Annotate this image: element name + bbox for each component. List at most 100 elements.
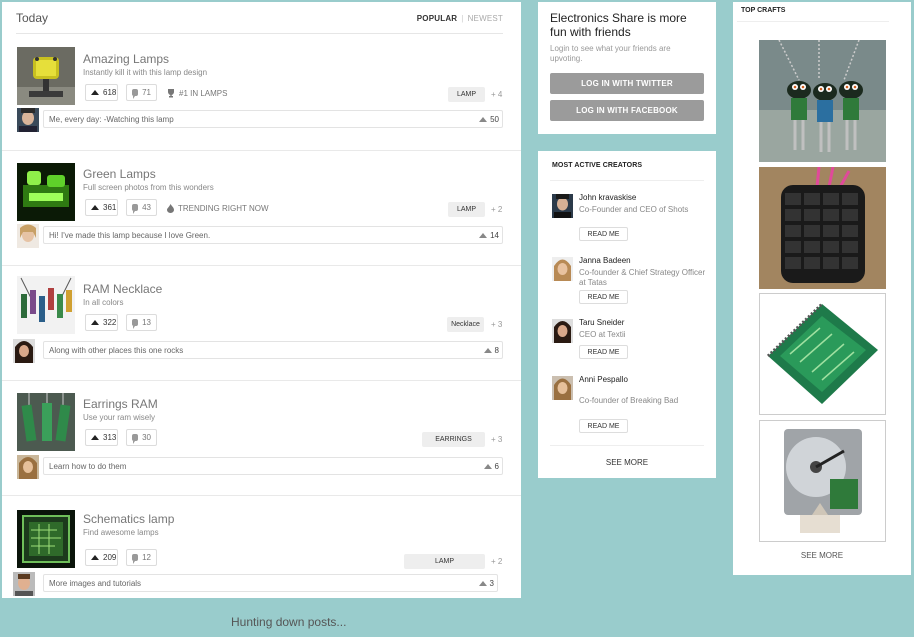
avatar[interactable]: [13, 339, 35, 363]
comment-vote-count: 8: [494, 346, 499, 355]
post-meta-text: #1 IN LAMPS: [179, 89, 228, 98]
promo-title: Electronics Share is more fun with frien…: [550, 11, 687, 39]
twitter-login-button[interactable]: LOG IN WITH TWITTER: [550, 73, 704, 94]
creator-name[interactable]: Janna Badeen: [579, 256, 631, 265]
category-tag[interactable]: Necklace: [447, 317, 484, 332]
comments-button[interactable]: 13: [126, 314, 157, 331]
read-me-button[interactable]: READ ME: [579, 290, 628, 304]
top-comment[interactable]: Me, every day: -Watching this lamp 50: [43, 110, 503, 128]
post-feed: Today POPULAR | NEWEST Amazing Lamps Insta…: [2, 2, 521, 598]
feed-title: Today: [16, 11, 49, 25]
creators-heading: MOST ACTIVE CREATORS: [552, 162, 643, 169]
active-creators-panel: MOST ACTIVE CREATORS John kravaskise Co-…: [538, 151, 716, 478]
comment-count: 43: [142, 203, 151, 212]
avatar[interactable]: [17, 455, 39, 479]
post-title[interactable]: Green Lamps: [83, 167, 156, 181]
creator-role: Co-founder of Breaking Bad: [579, 396, 679, 405]
comment-votes[interactable]: 6: [483, 462, 499, 471]
post-thumbnail[interactable]: [17, 393, 75, 451]
creator-name[interactable]: Anni Pespallo: [579, 375, 628, 384]
category-tag[interactable]: LAMP: [448, 87, 485, 102]
divider: [550, 445, 704, 446]
comment-count: 13: [142, 318, 151, 327]
comment-votes[interactable]: 3: [478, 579, 494, 588]
comments-button[interactable]: 71: [126, 84, 157, 101]
post-subtitle: In all colors: [83, 298, 124, 307]
more-tags[interactable]: + 4: [491, 90, 502, 99]
more-tags[interactable]: + 3: [491, 320, 502, 329]
post-subtitle: Use your ram wisely: [83, 413, 156, 422]
post-title[interactable]: Amazing Lamps: [83, 52, 169, 66]
post-title[interactable]: Schematics lamp: [83, 512, 174, 526]
top-comment[interactable]: Hi! I've made this lamp because I love G…: [43, 226, 503, 244]
comment-text: Me, every day: -Watching this lamp: [49, 115, 174, 124]
read-me-button[interactable]: READ ME: [579, 227, 628, 241]
creator-name[interactable]: John kravaskise: [579, 193, 636, 202]
avatar[interactable]: [17, 224, 39, 248]
post-meta: TRENDING RIGHT NOW: [167, 204, 269, 213]
more-tags[interactable]: + 3: [491, 435, 502, 444]
upvote-button[interactable]: 361: [85, 199, 118, 216]
more-tags[interactable]: + 2: [491, 205, 502, 214]
category-tag[interactable]: LAMP: [448, 202, 485, 217]
see-more-crafts-link[interactable]: SEE MORE: [733, 551, 911, 560]
upvote-button[interactable]: 618: [85, 84, 118, 101]
top-comment[interactable]: More images and tutorials 3: [43, 574, 498, 592]
comment-votes[interactable]: 14: [479, 231, 499, 240]
avatar[interactable]: [13, 572, 35, 596]
comments-button[interactable]: 30: [126, 429, 157, 446]
divider: [550, 180, 704, 181]
tab-newest[interactable]: NEWEST: [468, 14, 503, 23]
craft-image[interactable]: [759, 293, 886, 415]
comment-votes[interactable]: 8: [483, 346, 499, 355]
creator-name[interactable]: Taru Sneider: [579, 318, 624, 327]
see-more-creators-link[interactable]: SEE MORE: [538, 458, 716, 467]
comments-button[interactable]: 12: [126, 549, 157, 566]
craft-image[interactable]: [759, 167, 886, 289]
category-tag[interactable]: LAMP: [404, 554, 485, 569]
facebook-login-button[interactable]: LOG IN WITH FACEBOOK: [550, 100, 704, 121]
post-thumbnail[interactable]: [17, 276, 75, 334]
feed-header: Today POPULAR | NEWEST: [16, 2, 503, 34]
post-thumbnail[interactable]: [17, 163, 75, 221]
upvote-button[interactable]: 209: [85, 549, 118, 566]
category-tag[interactable]: EARRINGS: [422, 432, 485, 447]
comment-icon: [132, 554, 139, 564]
avatar[interactable]: [552, 257, 573, 281]
comment-votes[interactable]: 50: [479, 115, 499, 124]
avatar[interactable]: [552, 319, 573, 343]
post-thumbnail[interactable]: [17, 47, 75, 105]
upvote-button[interactable]: 322: [85, 314, 118, 331]
upvote-icon: [483, 348, 492, 353]
comment-vote-count: 14: [490, 231, 499, 240]
post-item: Schematics lamp Find awesome lamps 209 1…: [2, 495, 521, 598]
craft-image[interactable]: [759, 40, 886, 162]
top-comment[interactable]: Learn how to do them 6: [43, 457, 503, 475]
avatar[interactable]: [552, 376, 573, 400]
comment-count: 30: [142, 433, 151, 442]
comments-button[interactable]: 43: [126, 199, 157, 216]
upvote-button[interactable]: 313: [85, 429, 118, 446]
comment-icon: [132, 434, 139, 444]
more-tags[interactable]: + 2: [491, 557, 502, 566]
sort-tabs: POPULAR | NEWEST: [416, 14, 503, 23]
comment-icon: [132, 319, 139, 329]
top-comment[interactable]: Along with other places this one rocks 8: [43, 341, 503, 359]
comment-vote-count: 50: [490, 115, 499, 124]
comment-icon: [132, 204, 139, 214]
upvote-icon: [483, 464, 492, 469]
read-me-button[interactable]: READ ME: [579, 419, 628, 433]
tab-popular[interactable]: POPULAR: [417, 14, 458, 23]
divider: [737, 21, 889, 22]
post-title[interactable]: Earrings RAM: [83, 397, 158, 411]
upvote-count: 361: [103, 203, 117, 212]
craft-image[interactable]: [759, 420, 886, 542]
upvote-icon: [478, 581, 487, 586]
post-thumbnail[interactable]: [17, 510, 75, 568]
upvote-icon: [91, 435, 99, 440]
post-title[interactable]: RAM Necklace: [83, 282, 162, 296]
avatar[interactable]: [552, 194, 573, 218]
avatar[interactable]: [17, 108, 39, 132]
post-item: Earrings RAM Use your ram wisely 313 30 …: [2, 380, 521, 496]
read-me-button[interactable]: READ ME: [579, 345, 628, 359]
